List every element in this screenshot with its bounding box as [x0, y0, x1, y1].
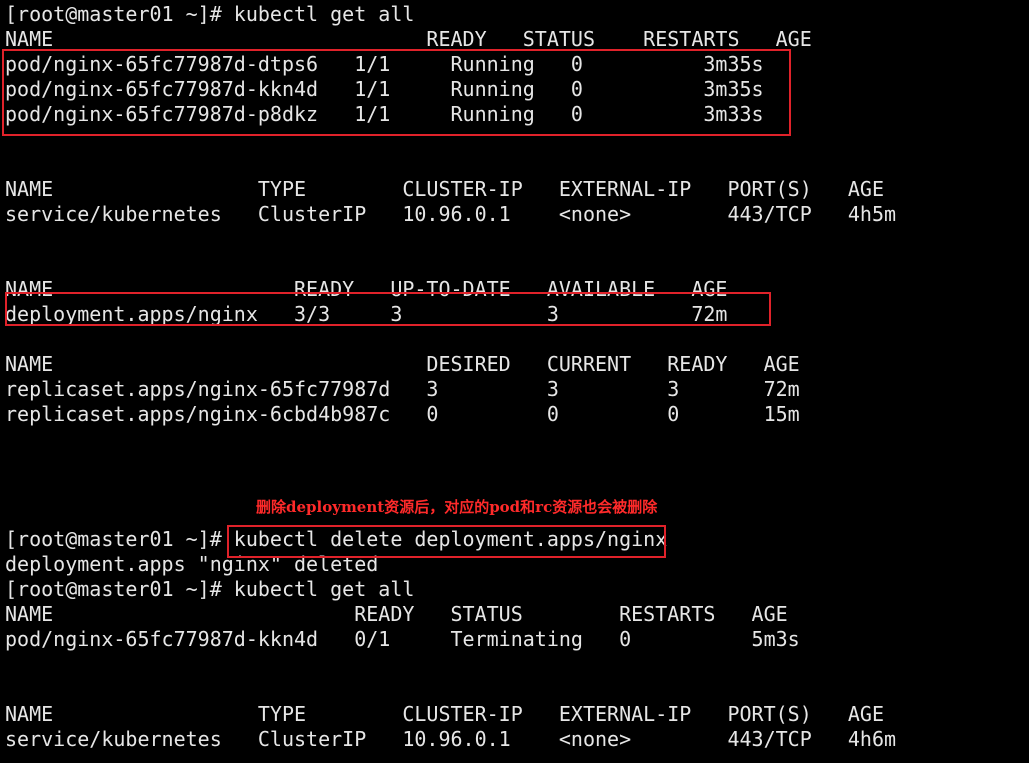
pods-header-row-2: NAME READY STATUS RESTARTS AGE: [5, 602, 788, 626]
deployments-header-row: NAME READY UP-TO-DATE AVAILABLE AGE: [5, 277, 728, 301]
delete-output-line: deployment.apps "nginx" deleted: [5, 552, 379, 576]
replicasets-header-row: NAME DESIRED CURRENT READY AGE: [5, 352, 800, 376]
deployment-row: deployment.apps/nginx 3/3 3 3 72m: [5, 302, 728, 326]
pod-row-terminating: pod/nginx-65fc77987d-kkn4d 0/1 Terminati…: [5, 627, 800, 651]
annotation-text: 删除deployment资源后，对应的pod和rc资源也会被删除: [256, 498, 658, 516]
replicaset-row: replicaset.apps/nginx-65fc77987d 3 3 3 7…: [5, 377, 800, 401]
service-row: service/kubernetes ClusterIP 10.96.0.1 <…: [5, 202, 897, 226]
pod-row: pod/nginx-65fc77987d-kkn4d 1/1 Running 0…: [5, 77, 764, 101]
prompt-line-get-all: [root@master01 ~]# kubectl get all: [5, 2, 415, 26]
pods-header-row: NAME READY STATUS RESTARTS AGE: [5, 27, 812, 51]
terminal-window[interactable]: [root@master01 ~]# kubectl get all NAME …: [0, 0, 1029, 763]
prompt-line-delete: [root@master01 ~]# kubectl delete deploy…: [5, 527, 668, 551]
services-header-row-2: NAME TYPE CLUSTER-IP EXTERNAL-IP PORT(S)…: [5, 702, 884, 726]
pod-row: pod/nginx-65fc77987d-dtps6 1/1 Running 0…: [5, 52, 764, 76]
pod-row: pod/nginx-65fc77987d-p8dkz 1/1 Running 0…: [5, 102, 764, 126]
replicaset-row: replicaset.apps/nginx-6cbd4b987c 0 0 0 1…: [5, 402, 800, 426]
service-row-2: service/kubernetes ClusterIP 10.96.0.1 <…: [5, 727, 897, 751]
prompt-line-get-all-2: [root@master01 ~]# kubectl get all: [5, 577, 415, 601]
services-header-row: NAME TYPE CLUSTER-IP EXTERNAL-IP PORT(S)…: [5, 177, 884, 201]
